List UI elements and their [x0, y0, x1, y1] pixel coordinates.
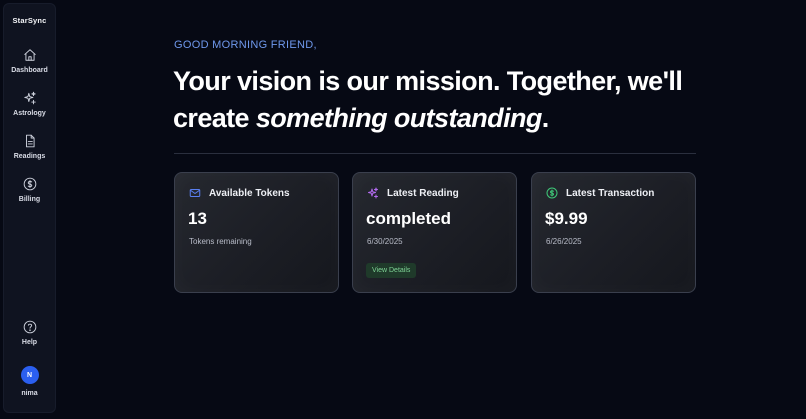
- sidebar-item-label: Billing: [18, 196, 41, 203]
- greeting: GOOD MORNING FRIEND,: [174, 39, 317, 51]
- card-title: Latest Transaction: [566, 187, 655, 199]
- sidebar-item-label: Dashboard: [11, 67, 48, 74]
- sidebar-item-label: Readings: [13, 153, 46, 160]
- reading-status: completed: [366, 209, 452, 228]
- mail-icon: [189, 189, 201, 197]
- latest-reading-card: Latest Reading completed 6/30/2025 View …: [352, 172, 517, 293]
- sidebar-item-readings[interactable]: Readings: [4, 134, 55, 160]
- page-headline: Your vision is our mission. Together, we…: [173, 63, 733, 137]
- reading-date: 6/30/2025: [367, 237, 403, 246]
- transaction-date: 6/26/2025: [546, 237, 582, 246]
- sparkles-icon: [368, 187, 378, 199]
- tokens-subtitle: Tokens remaining: [189, 237, 252, 246]
- user-profile[interactable]: N nima: [4, 366, 55, 397]
- tokens-card: Available Tokens 13 Tokens remaining: [174, 172, 339, 293]
- tokens-value: 13: [188, 209, 207, 228]
- transaction-amount: $9.99: [545, 209, 588, 228]
- headline-emphasis: something outstanding: [255, 103, 542, 133]
- headline-end: .: [541, 103, 549, 133]
- sparkles-icon: [23, 91, 36, 105]
- card-header: Latest Reading: [367, 187, 459, 199]
- dollar-icon: [23, 177, 36, 191]
- home-icon: [23, 49, 36, 61]
- view-details-button[interactable]: View Details: [366, 263, 417, 278]
- app-logo[interactable]: StarSync: [4, 16, 55, 25]
- sidebar: StarSync Dashboard Astrology Readings Bi…: [3, 3, 56, 413]
- divider: [174, 153, 696, 154]
- sidebar-item-astrology[interactable]: Astrology: [4, 91, 55, 117]
- card-header: Available Tokens: [189, 187, 290, 199]
- help-icon: [23, 320, 36, 334]
- document-icon: [25, 134, 35, 148]
- latest-transaction-card: Latest Transaction $9.99 6/26/2025: [531, 172, 696, 293]
- dollar-icon: [546, 187, 558, 199]
- sidebar-item-billing[interactable]: Billing: [4, 177, 55, 203]
- card-title: Latest Reading: [387, 187, 459, 199]
- avatar[interactable]: N: [20, 366, 39, 384]
- card-title: Available Tokens: [209, 187, 290, 199]
- card-header: Latest Transaction: [546, 187, 654, 199]
- sidebar-item-label: Astrology: [13, 110, 46, 117]
- user-name: nima: [21, 390, 38, 397]
- sidebar-item-label: Help: [21, 339, 38, 346]
- sidebar-item-help[interactable]: Help: [4, 320, 55, 346]
- sidebar-item-dashboard[interactable]: Dashboard: [4, 48, 55, 74]
